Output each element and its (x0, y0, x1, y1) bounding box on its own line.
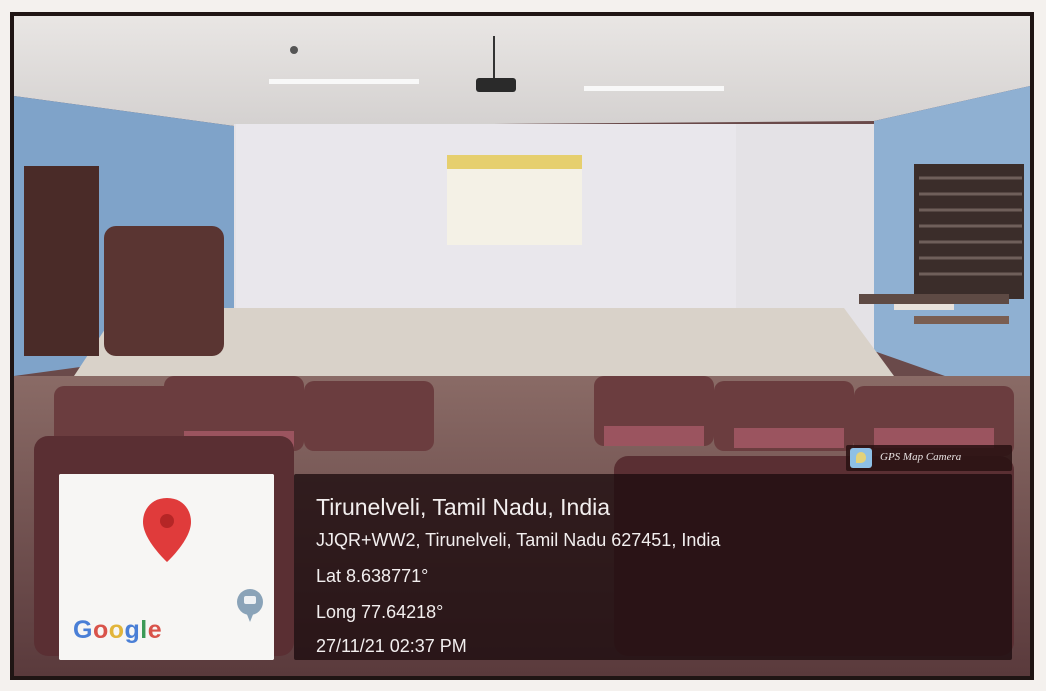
longitude-text: Long 77.64218° (316, 602, 444, 622)
google-logo-letter: l (140, 616, 148, 644)
gps-map-camera-badge: GPS Map Camera (846, 445, 1012, 471)
address-text: JJQR+WW2, Tirunelveli, Tamil Nadu 627451… (316, 530, 721, 550)
location-info-panel: Tirunelveli, Tamil Nadu, India JJQR+WW2,… (294, 474, 1012, 660)
google-logo-letter: e (147, 616, 163, 644)
photo-frame: Google GPS Map Camera Tirunelveli, Tamil… (10, 12, 1034, 680)
google-logo-letter: o (108, 616, 125, 644)
latitude-text: Lat 8.638771° (316, 566, 429, 586)
google-logo-letter: g (124, 616, 141, 644)
camera-icon (244, 596, 256, 604)
google-logo: Google (73, 616, 162, 645)
datetime-text: 27/11/21 02:37 PM (316, 636, 467, 656)
projector-icon (476, 78, 516, 92)
google-logo-letter: o (92, 616, 109, 644)
city-text: Tirunelveli, Tamil Nadu, India (316, 494, 611, 520)
map-thumbnail[interactable]: Google (59, 474, 274, 660)
badge-label: GPS Map Camera (880, 451, 962, 463)
google-logo-letter: G (73, 616, 93, 644)
gps-camera-app-icon (850, 448, 872, 468)
